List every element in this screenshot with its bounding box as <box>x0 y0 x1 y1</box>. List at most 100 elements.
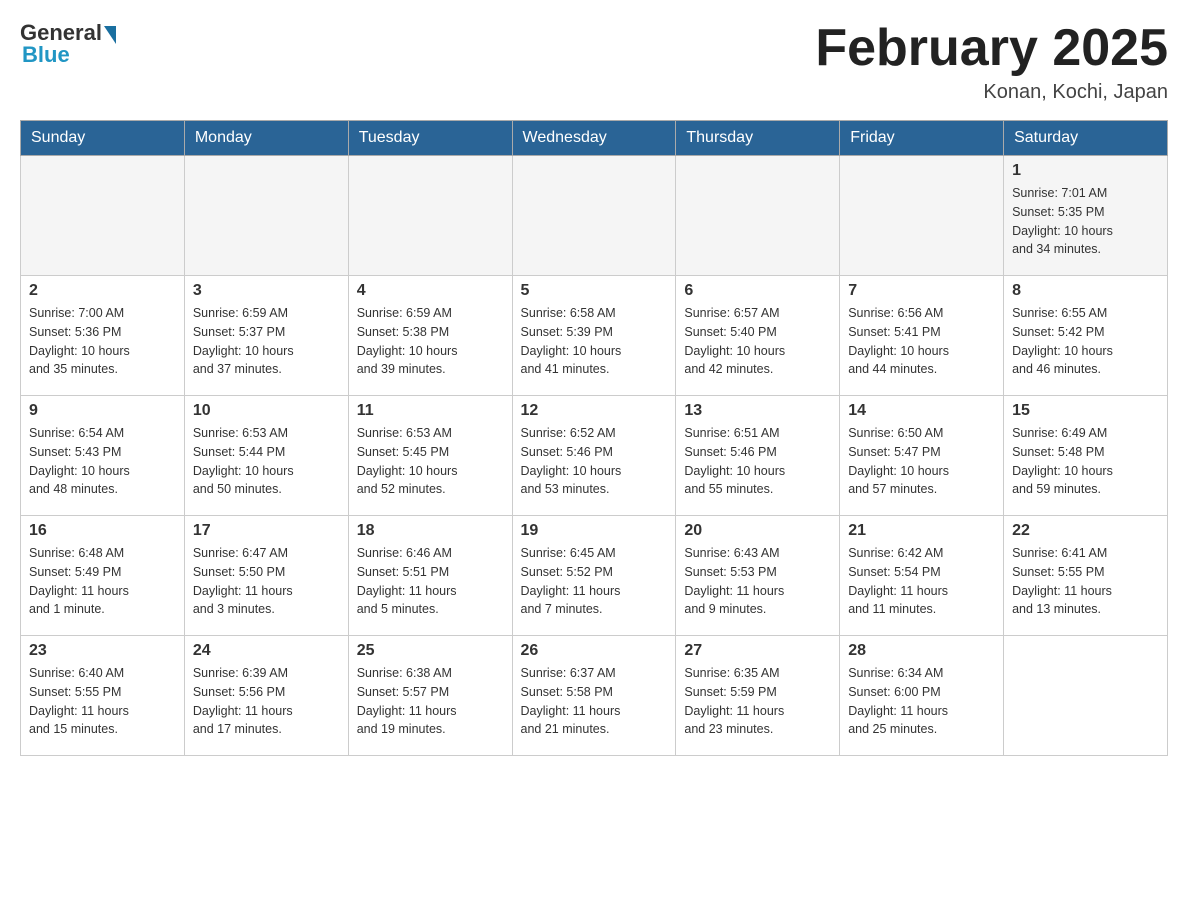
day-info: Sunrise: 6:45 AM Sunset: 5:52 PM Dayligh… <box>521 544 668 619</box>
calendar-cell: 9Sunrise: 6:54 AM Sunset: 5:43 PM Daylig… <box>21 396 185 516</box>
calendar-cell: 19 Sunrise: 6:45 AM Sunset: 5:52 PM Dayli… <box>512 516 676 636</box>
calendar-cell: 16Sunrise: 6:48 AM Sunset: 5:49 PM Dayli… <box>21 516 185 636</box>
day-info: Sunrise: 6:38 AM Sunset: 5:57 PM Dayligh… <box>357 664 504 739</box>
calendar-cell: 18 Sunrise: 6:46 AM Sunset: 5:51 PM Dayli… <box>348 516 512 636</box>
day-number: 13 <box>684 402 831 420</box>
day-number: 21 <box>848 522 995 540</box>
calendar-cell: 6Sunrise: 6:57 AM Sunset: 5:40 PM Daylig… <box>676 276 840 396</box>
location-subtitle: Konan, Kochi, Japan <box>815 81 1168 104</box>
calendar-cell: 17 Sunrise: 6:47 AM Sunset: 5:50 PM Dayli… <box>184 516 348 636</box>
day-number: 17 <box>193 522 340 540</box>
day-number: 18 <box>357 522 504 540</box>
logo-arrow-icon <box>104 26 116 44</box>
day-number: 3 <box>193 282 340 300</box>
day-number: 8 <box>1012 282 1159 300</box>
calendar-cell: 4 Sunrise: 6:59 AM Sunset: 5:38 PM Daylig… <box>348 276 512 396</box>
logo: General Blue <box>20 20 116 68</box>
day-of-week-header: Monday <box>184 121 348 156</box>
day-info: Sunrise: 6:47 AM Sunset: 5:50 PM Dayligh… <box>193 544 340 619</box>
calendar-cell: 23 Sunrise: 6:40 AM Sunset: 5:55 PM Dayli… <box>21 636 185 756</box>
day-info: Sunrise: 6:53 AM Sunset: 5:44 PM Dayligh… <box>193 424 340 499</box>
calendar-cell: 24 Sunrise: 6:39 AM Sunset: 5:56 PM Dayli… <box>184 636 348 756</box>
day-number: 24 <box>193 642 340 660</box>
day-number: 19 <box>521 522 668 540</box>
calendar-cell <box>348 156 512 276</box>
day-info: Sunrise: 6:35 AM Sunset: 5:59 PM Dayligh… <box>684 664 831 739</box>
day-info: Sunrise: 6:55 AM Sunset: 5:42 PM Dayligh… <box>1012 304 1159 379</box>
day-number: 22 <box>1012 522 1159 540</box>
day-of-week-header: Wednesday <box>512 121 676 156</box>
logo-blue-text: Blue <box>22 42 70 68</box>
calendar-cell: 12 Sunrise: 6:52 AM Sunset: 5:46 PM Dayli… <box>512 396 676 516</box>
day-number: 23 <box>29 642 176 660</box>
day-info: Sunrise: 6:56 AM Sunset: 5:41 PM Dayligh… <box>848 304 995 379</box>
calendar-week-row: 16Sunrise: 6:48 AM Sunset: 5:49 PM Dayli… <box>21 516 1168 636</box>
day-number: 15 <box>1012 402 1159 420</box>
day-info: Sunrise: 6:48 AM Sunset: 5:49 PM Dayligh… <box>29 544 176 619</box>
day-of-week-header: Tuesday <box>348 121 512 156</box>
day-info: Sunrise: 6:39 AM Sunset: 5:56 PM Dayligh… <box>193 664 340 739</box>
day-info: Sunrise: 6:49 AM Sunset: 5:48 PM Dayligh… <box>1012 424 1159 499</box>
day-info: Sunrise: 6:43 AM Sunset: 5:53 PM Dayligh… <box>684 544 831 619</box>
day-number: 11 <box>357 402 504 420</box>
title-area: February 2025 Konan, Kochi, Japan <box>815 20 1168 104</box>
day-info: Sunrise: 6:46 AM Sunset: 5:51 PM Dayligh… <box>357 544 504 619</box>
calendar-cell: 11 Sunrise: 6:53 AM Sunset: 5:45 PM Dayli… <box>348 396 512 516</box>
calendar-cell <box>512 156 676 276</box>
day-of-week-header: Friday <box>840 121 1004 156</box>
calendar-cell: 14 Sunrise: 6:50 AM Sunset: 5:47 PM Dayli… <box>840 396 1004 516</box>
day-number: 27 <box>684 642 831 660</box>
day-info: Sunrise: 6:40 AM Sunset: 5:55 PM Dayligh… <box>29 664 176 739</box>
day-info: Sunrise: 6:58 AM Sunset: 5:39 PM Dayligh… <box>521 304 668 379</box>
day-number: 2 <box>29 282 176 300</box>
calendar-cell: 25 Sunrise: 6:38 AM Sunset: 5:57 PM Dayli… <box>348 636 512 756</box>
day-info: Sunrise: 6:41 AM Sunset: 5:55 PM Dayligh… <box>1012 544 1159 619</box>
day-info: Sunrise: 6:51 AM Sunset: 5:46 PM Dayligh… <box>684 424 831 499</box>
calendar-cell: 21 Sunrise: 6:42 AM Sunset: 5:54 PM Dayli… <box>840 516 1004 636</box>
calendar-cell: 1Sunrise: 7:01 AM Sunset: 5:35 PM Daylig… <box>1004 156 1168 276</box>
day-info: Sunrise: 6:34 AM Sunset: 6:00 PM Dayligh… <box>848 664 995 739</box>
calendar-cell: 5 Sunrise: 6:58 AM Sunset: 5:39 PM Daylig… <box>512 276 676 396</box>
page-header: General Blue February 2025 Konan, Kochi,… <box>20 20 1168 104</box>
calendar-cell <box>21 156 185 276</box>
day-number: 9 <box>29 402 176 420</box>
calendar-header-row: SundayMondayTuesdayWednesdayThursdayFrid… <box>21 121 1168 156</box>
calendar-week-row: 9Sunrise: 6:54 AM Sunset: 5:43 PM Daylig… <box>21 396 1168 516</box>
day-info: Sunrise: 6:53 AM Sunset: 5:45 PM Dayligh… <box>357 424 504 499</box>
month-title: February 2025 <box>815 20 1168 77</box>
day-of-week-header: Saturday <box>1004 121 1168 156</box>
day-number: 26 <box>521 642 668 660</box>
calendar-cell: 8 Sunrise: 6:55 AM Sunset: 5:42 PM Daylig… <box>1004 276 1168 396</box>
calendar-cell: 20 Sunrise: 6:43 AM Sunset: 5:53 PM Dayli… <box>676 516 840 636</box>
day-number: 4 <box>357 282 504 300</box>
day-number: 5 <box>521 282 668 300</box>
day-number: 6 <box>684 282 831 300</box>
calendar-table: SundayMondayTuesdayWednesdayThursdayFrid… <box>20 120 1168 756</box>
calendar-cell: 2 Sunrise: 7:00 AM Sunset: 5:36 PM Daylig… <box>21 276 185 396</box>
day-number: 12 <box>521 402 668 420</box>
day-of-week-header: Sunday <box>21 121 185 156</box>
day-info: Sunrise: 6:52 AM Sunset: 5:46 PM Dayligh… <box>521 424 668 499</box>
day-number: 20 <box>684 522 831 540</box>
calendar-cell: 3 Sunrise: 6:59 AM Sunset: 5:37 PM Daylig… <box>184 276 348 396</box>
calendar-cell <box>184 156 348 276</box>
day-info: Sunrise: 6:50 AM Sunset: 5:47 PM Dayligh… <box>848 424 995 499</box>
calendar-week-row: 23 Sunrise: 6:40 AM Sunset: 5:55 PM Dayli… <box>21 636 1168 756</box>
day-of-week-header: Thursday <box>676 121 840 156</box>
calendar-cell <box>1004 636 1168 756</box>
calendar-cell: 10 Sunrise: 6:53 AM Sunset: 5:44 PM Dayli… <box>184 396 348 516</box>
day-number: 14 <box>848 402 995 420</box>
day-number: 10 <box>193 402 340 420</box>
day-info: Sunrise: 6:59 AM Sunset: 5:37 PM Dayligh… <box>193 304 340 379</box>
calendar-cell <box>840 156 1004 276</box>
day-info: Sunrise: 7:00 AM Sunset: 5:36 PM Dayligh… <box>29 304 176 379</box>
calendar-cell: 27 Sunrise: 6:35 AM Sunset: 5:59 PM Dayli… <box>676 636 840 756</box>
day-info: Sunrise: 6:59 AM Sunset: 5:38 PM Dayligh… <box>357 304 504 379</box>
calendar-cell: 28 Sunrise: 6:34 AM Sunset: 6:00 PM Dayli… <box>840 636 1004 756</box>
day-number: 7 <box>848 282 995 300</box>
day-number: 25 <box>357 642 504 660</box>
day-number: 28 <box>848 642 995 660</box>
calendar-cell: 26Sunrise: 6:37 AM Sunset: 5:58 PM Dayli… <box>512 636 676 756</box>
day-info: Sunrise: 6:42 AM Sunset: 5:54 PM Dayligh… <box>848 544 995 619</box>
calendar-cell: 7 Sunrise: 6:56 AM Sunset: 5:41 PM Daylig… <box>840 276 1004 396</box>
